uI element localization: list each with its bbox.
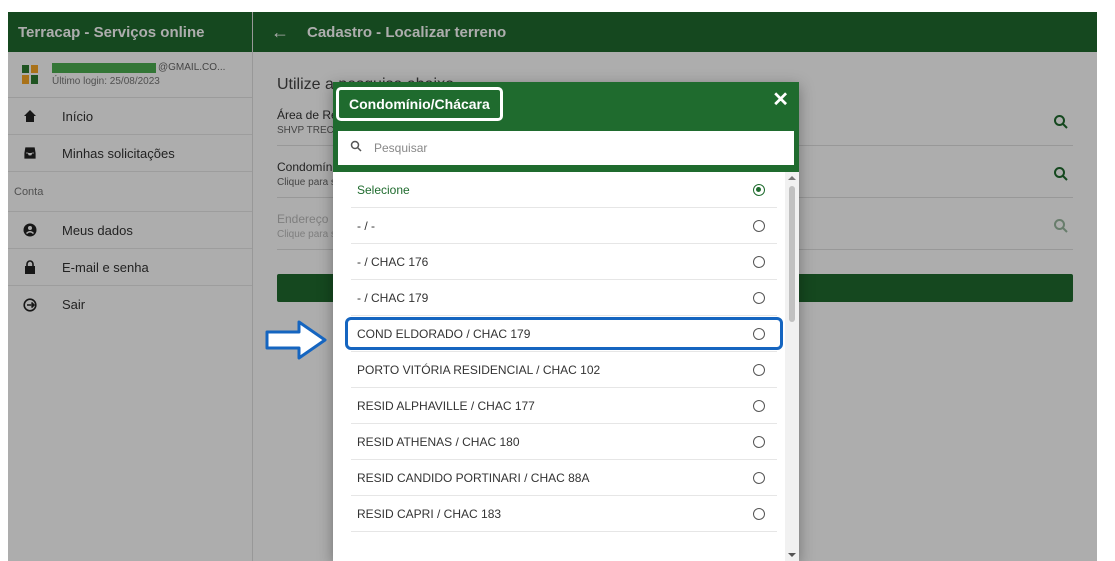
- dialog-title: Condomínio/Chácara: [336, 87, 503, 121]
- app-window: Terracap - Serviços online @GMAIL.CO... …: [8, 12, 1097, 561]
- radio-icon[interactable]: [753, 471, 765, 484]
- option-item[interactable]: - / -: [351, 208, 777, 244]
- option-label: Selecione: [357, 182, 410, 197]
- dialog-header: Condomínio/Chácara ✕: [333, 82, 799, 172]
- option-label: RESID ATHENAS / CHAC 180: [357, 434, 520, 449]
- search-field[interactable]: [338, 131, 794, 165]
- radio-icon[interactable]: [753, 327, 765, 340]
- option-label: RESID CANDIDO PORTINARI / CHAC 88A: [357, 470, 590, 485]
- radio-icon[interactable]: [753, 435, 765, 448]
- scrollbar[interactable]: [785, 172, 799, 561]
- callout-arrow-icon: [265, 320, 327, 360]
- scroll-thumb[interactable]: [789, 186, 795, 322]
- radio-icon[interactable]: [753, 363, 765, 376]
- option-item[interactable]: - / CHAC 176: [351, 244, 777, 280]
- scroll-up-icon[interactable]: [788, 176, 796, 180]
- option-label: - / CHAC 179: [357, 290, 429, 305]
- radio-icon[interactable]: [753, 255, 765, 268]
- option-item[interactable]: RESID ATHENAS / CHAC 180: [351, 424, 777, 460]
- radio-icon[interactable]: [753, 291, 765, 304]
- option-item-highlighted[interactable]: COND ELDORADO / CHAC 179: [345, 316, 783, 352]
- option-item[interactable]: PORTO VITÓRIA RESIDENCIAL / CHAC 102: [351, 352, 777, 388]
- radio-icon[interactable]: [753, 399, 765, 412]
- option-item[interactable]: RESID ALPHAVILLE / CHAC 177: [351, 388, 777, 424]
- condominio-dialog: Condomínio/Chácara ✕ Selecione - / - - /…: [333, 82, 799, 561]
- radio-selected-icon[interactable]: [753, 183, 765, 196]
- option-label: RESID ALPHAVILLE / CHAC 177: [357, 398, 535, 413]
- option-item[interactable]: RESID CANDIDO PORTINARI / CHAC 88A: [351, 460, 777, 496]
- option-label: RESID CAPRI / CHAC 183: [357, 506, 502, 521]
- scroll-down-icon[interactable]: [788, 553, 796, 557]
- radio-icon[interactable]: [753, 507, 765, 520]
- option-item[interactable]: Selecione: [351, 172, 777, 208]
- option-item[interactable]: - / CHAC 179: [351, 280, 777, 316]
- search-input[interactable]: [374, 141, 754, 155]
- option-label: - / -: [357, 218, 375, 233]
- option-item[interactable]: RESID CAPRI / CHAC 183: [351, 496, 777, 532]
- option-label: PORTO VITÓRIA RESIDENCIAL / CHAC 102: [357, 362, 601, 377]
- option-label: - / CHAC 176: [357, 254, 429, 269]
- radio-icon[interactable]: [753, 219, 765, 232]
- option-label: COND ELDORADO / CHAC 179: [357, 326, 531, 341]
- close-icon[interactable]: ✕: [772, 90, 789, 110]
- search-icon: [350, 139, 362, 157]
- options-list: Selecione - / - - / CHAC 176 - / CHAC 17…: [333, 172, 785, 561]
